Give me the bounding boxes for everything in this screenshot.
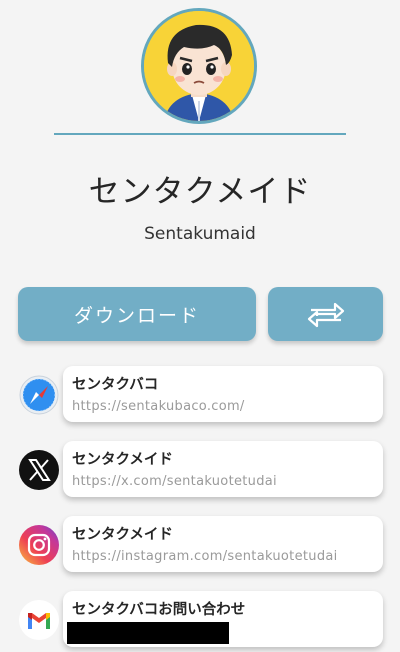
link-url: https://x.com/sentakuotetudai <box>72 474 277 489</box>
header-divider <box>54 133 346 135</box>
link-title: センタクバコお問い合わせ <box>72 602 246 618</box>
link-card-x[interactable]: センタクメイド https://x.com/sentakuotetudai <box>18 441 383 497</box>
profile-handle: Sentakumaid <box>144 224 256 244</box>
swap-arrows-icon <box>307 302 344 328</box>
swap-button[interactable] <box>268 287 383 341</box>
instagram-icon <box>18 524 60 566</box>
profile-avatar <box>141 8 257 124</box>
avatar-illustration <box>144 11 254 121</box>
link-card-sentakubaco[interactable]: センタクバコ https://sentakubaco.com/ <box>18 366 383 422</box>
link-url: https://instagram.com/sentakuotetudai <box>72 549 338 564</box>
redacted-email <box>67 622 229 644</box>
safari-icon <box>18 374 60 416</box>
link-title: センタクメイド <box>72 527 173 543</box>
link-card-contact[interactable]: センタクバコお問い合わせ <box>18 591 383 647</box>
download-button[interactable]: ダウンロード <box>18 287 256 341</box>
profile-name: センタクメイド <box>88 174 312 210</box>
link-title: センタクバコ <box>72 377 159 393</box>
link-title: センタクメイド <box>72 452 173 468</box>
link-url: https://sentakubaco.com/ <box>72 399 245 414</box>
link-card-instagram[interactable]: センタクメイド https://instagram.com/sentakuote… <box>18 516 383 572</box>
gmail-icon <box>18 599 60 641</box>
x-icon <box>18 449 60 491</box>
